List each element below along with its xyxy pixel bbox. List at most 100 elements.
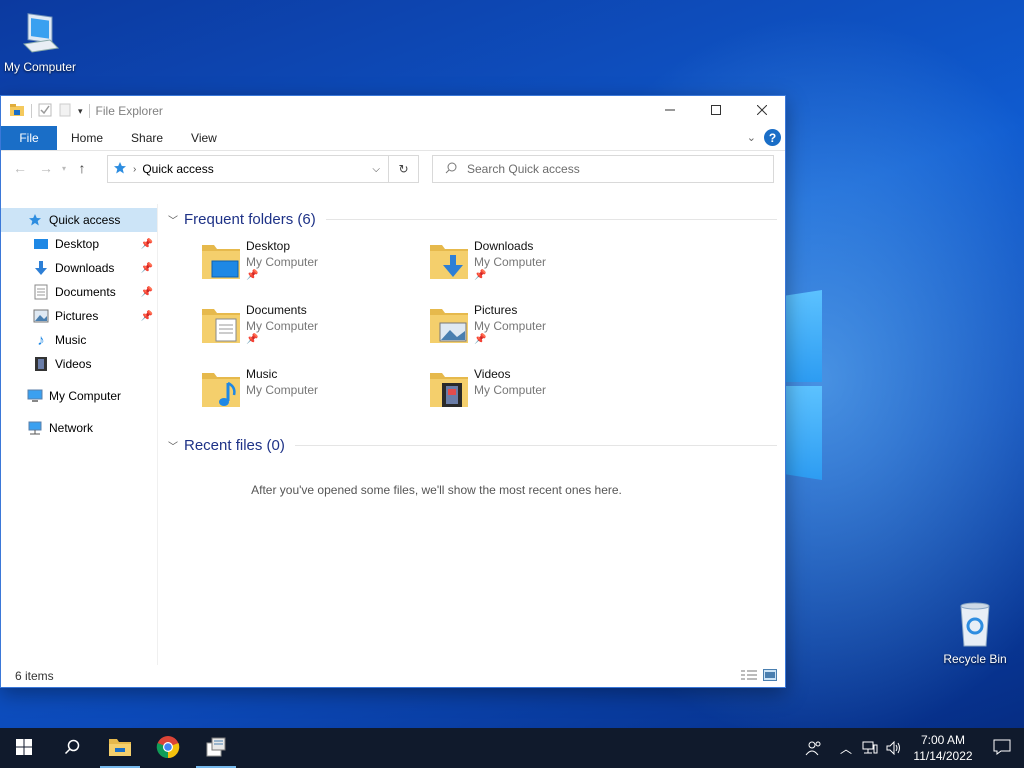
pictures-icon [33, 308, 49, 324]
computer-icon [16, 8, 64, 56]
expand-ribbon-icon[interactable]: ⌄ [747, 131, 756, 144]
sidebar-item-videos[interactable]: Videos [1, 352, 157, 376]
maximize-button[interactable] [693, 96, 739, 126]
tile-meta: Documents My Computer 📌 [246, 301, 318, 351]
taskbar-app[interactable] [192, 728, 240, 768]
forward-button[interactable]: → [35, 154, 57, 182]
clock[interactable]: 7:00 AM 11/14/2022 [906, 732, 980, 764]
search-input[interactable] [467, 162, 747, 176]
new-folder-icon[interactable] [58, 103, 72, 120]
pin-icon[interactable]: 📌 [141, 263, 153, 274]
arrow-left-icon: ← [13, 160, 27, 176]
folder-tile-documents[interactable]: Documents My Computer 📌 [198, 301, 426, 351]
recent-locations-button[interactable]: ▾ [57, 154, 71, 182]
tile-meta: Music My Computer [246, 365, 318, 415]
sidebar-item-desktop[interactable]: Desktop 📌 [1, 232, 157, 256]
divider [325, 218, 777, 220]
start-button[interactable] [0, 728, 48, 768]
group-header-frequent[interactable]: ﹀ Frequent folders (6) [168, 207, 785, 231]
desktop-icon-label: My Computer [3, 60, 77, 74]
chevron-down-icon[interactable]: ⌵ [372, 164, 380, 175]
pin-icon[interactable]: 📌 [141, 287, 153, 298]
sidebar-item-downloads[interactable]: Downloads 📌 [1, 256, 157, 280]
desktop-icon-recycle-bin[interactable]: Recycle Bin [935, 600, 1015, 666]
help-icon[interactable]: ? [764, 129, 781, 146]
details-view-icon[interactable] [741, 669, 757, 684]
close-icon [756, 104, 768, 118]
pin-icon: 📌 [474, 270, 487, 281]
sidebar-item-my-computer[interactable]: My Computer [1, 384, 157, 408]
taskbar-chrome[interactable] [144, 728, 192, 768]
pin-icon: 📌 [246, 334, 259, 345]
search-button[interactable] [48, 728, 96, 768]
title-bar[interactable]: ▾ File Explorer [1, 96, 785, 126]
sidebar-item-pictures[interactable]: Pictures 📌 [1, 304, 157, 328]
refresh-button[interactable]: ↻ [389, 155, 419, 183]
star-icon [113, 161, 127, 178]
address-bar[interactable]: › Quick access ⌵ [107, 155, 389, 183]
folder-tile-downloads[interactable]: Downloads My Computer 📌 [426, 237, 654, 287]
ribbon-right: ⌄ ? [747, 129, 781, 146]
file-explorer-window: ▾ File Explorer File Home Share View ⌄ ?… [0, 95, 786, 688]
folder-tile-music[interactable]: Music My Computer [198, 365, 426, 415]
network-icon[interactable] [858, 741, 882, 755]
chevron-down-icon: ﹀ [168, 215, 178, 227]
folder-icon [108, 737, 132, 760]
breadcrumb[interactable]: Quick access [142, 162, 213, 176]
application-icon [204, 735, 228, 762]
chevron-down-icon[interactable]: ▾ [78, 106, 83, 117]
back-button[interactable]: ← [9, 154, 31, 182]
tab-file[interactable]: File [1, 126, 57, 150]
close-button[interactable] [739, 96, 785, 126]
tiles-view-icon[interactable] [763, 669, 777, 684]
view-toggle [741, 669, 777, 684]
folder-tile-pictures[interactable]: Pictures My Computer 📌 [426, 301, 654, 351]
search-icon [64, 739, 80, 758]
taskbar-file-explorer[interactable] [96, 728, 144, 768]
volume-icon[interactable] [882, 741, 906, 755]
frequent-folders-grid: Desktop My Computer 📌 Downloads My Compu… [168, 231, 785, 415]
sidebar-item-quick-access[interactable]: Quick access [1, 208, 157, 232]
chevron-down-icon: ▾ [61, 163, 66, 173]
folder-name: Videos [474, 367, 511, 381]
ribbon-tabs: File Home Share View ⌄ ? [1, 126, 785, 151]
folder-tile-desktop[interactable]: Desktop My Computer 📌 [198, 237, 426, 287]
refresh-icon: ↻ [398, 162, 409, 176]
group-header-recent[interactable]: ﹀ Recent files (0) [168, 433, 785, 457]
sidebar-item-label: My Computer [49, 389, 122, 403]
folder-name: Downloads [474, 239, 534, 253]
sidebar-item-label: Videos [55, 357, 92, 371]
folder-tile-videos[interactable]: Videos My Computer [426, 365, 654, 415]
maximize-icon [711, 104, 721, 118]
window-controls [647, 96, 785, 126]
empty-message: After you've opened some files, we'll sh… [251, 483, 622, 497]
desktop-icon-my-computer[interactable]: My Computer [0, 8, 80, 74]
sidebar-item-network[interactable]: Network [1, 416, 157, 440]
chrome-icon [156, 735, 180, 762]
main-pane: ﹀ Frequent folders (6) Desktop My Comput… [158, 204, 785, 665]
pin-icon[interactable]: 📌 [141, 311, 153, 322]
system-tray: ︿ 7:00 AM 11/14/2022 [794, 728, 1024, 768]
pin-icon[interactable]: 📌 [141, 239, 153, 250]
properties-icon[interactable] [38, 103, 52, 120]
taskbar: ︿ 7:00 AM 11/14/2022 [0, 728, 1024, 768]
tab-share[interactable]: Share [117, 126, 177, 150]
action-center-button[interactable] [980, 739, 1024, 758]
folder-location: My Computer [246, 255, 319, 269]
tab-home[interactable]: Home [57, 126, 117, 150]
up-button[interactable]: ↑ [71, 154, 93, 182]
tile-meta: Desktop My Computer 📌 [246, 237, 318, 287]
tile-meta: Videos My Computer [474, 365, 546, 415]
sidebar-item-music[interactable]: ♪ Music [1, 328, 157, 352]
tab-view[interactable]: View [177, 126, 231, 150]
people-icon[interactable] [794, 740, 834, 756]
network-icon [27, 420, 43, 436]
sidebar-item-documents[interactable]: Documents 📌 [1, 280, 157, 304]
chevron-down-icon: ﹀ [168, 441, 178, 453]
chevron-up-icon[interactable]: ︿ [834, 740, 858, 757]
folder-location: My Computer [474, 319, 547, 333]
sidebar-item-label: Music [55, 333, 87, 347]
videos-icon [33, 356, 49, 372]
computer-icon [27, 388, 43, 404]
minimize-button[interactable] [647, 96, 693, 126]
